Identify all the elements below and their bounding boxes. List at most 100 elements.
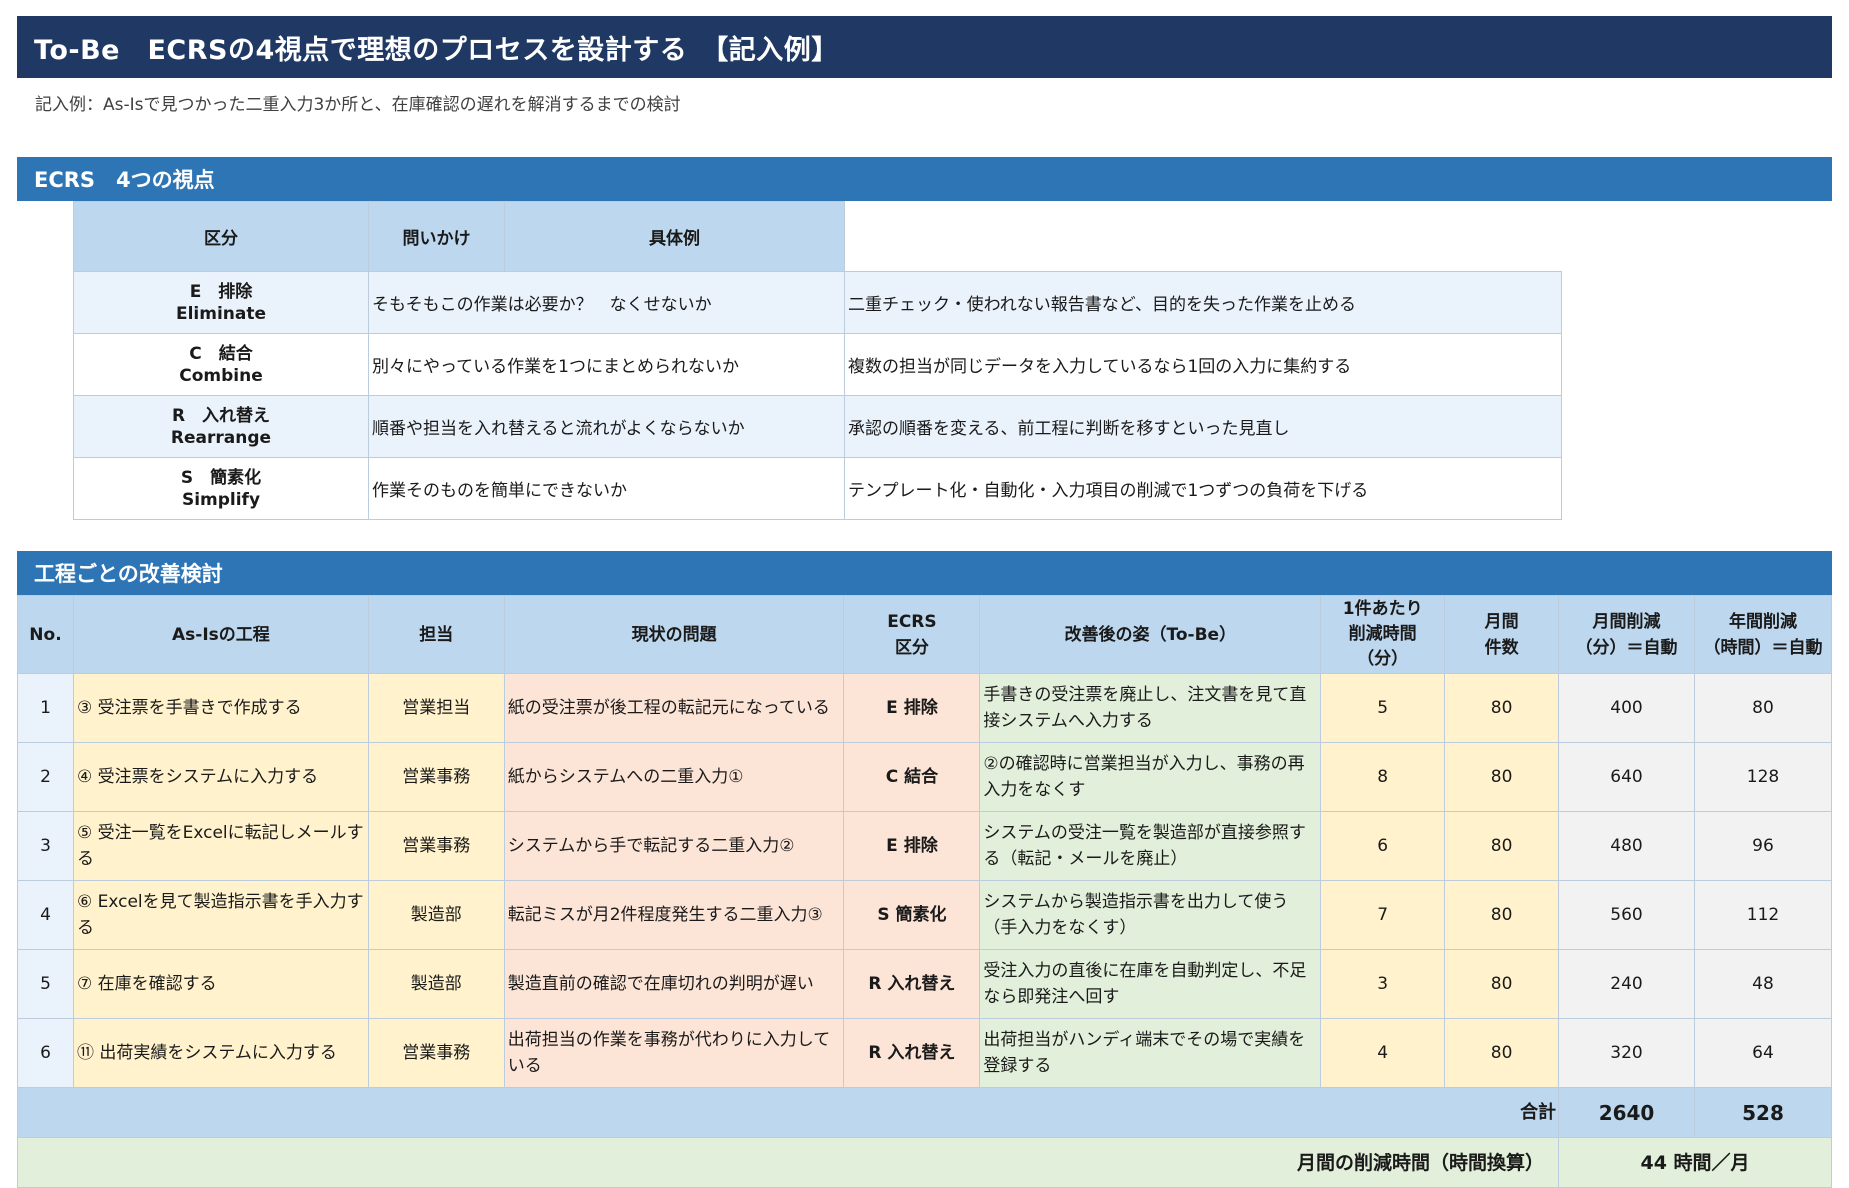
total-label: 合計: [16, 1087, 1560, 1138]
improvement-table: No. As-Isの工程 担当 現状の問題 ECRS 区分 改善後の姿（To-Be…: [16, 595, 1832, 1188]
row-owner: 営業担当: [367, 673, 505, 743]
row-monthly: 320: [1558, 1018, 1695, 1088]
row-step: ⑤ 受注一覧をExcelに転記しメールする: [72, 811, 369, 881]
ecrs-category-en: Rearrange: [170, 427, 272, 448]
row-monthly: 640: [1558, 742, 1695, 812]
row-tobe: システムの受注一覧を製造部が直接参照する（転記・メールを廃止）: [979, 811, 1322, 881]
col-header-minutes-line3: （分）: [1357, 649, 1409, 669]
row-minutes: 8: [1320, 742, 1446, 812]
ecrs-header-row: 区分 問いかけ 具体例: [73, 201, 1562, 272]
ecrs-category-jp: S 簡素化: [180, 467, 262, 488]
monthly-hours-row: 月間の削減時間（時間換算） 44 時間／月: [16, 1137, 1832, 1188]
row-owner: 製造部: [367, 880, 505, 950]
ecrs-example: 二重チェック・使われない報告書など、目的を失った作業を止める: [844, 271, 1562, 334]
row-tobe: 受注入力の直後に在庫を自動判定し、不足なら即発注へ回す: [979, 949, 1322, 1019]
ecrs-category: E 排除 Eliminate: [73, 271, 369, 334]
ecrs-question: 作業そのものを簡単にできないか: [368, 457, 845, 520]
col-header-yearly-line1: 年間削減: [1729, 611, 1797, 632]
row-yearly: 80: [1694, 673, 1832, 743]
row-ecrs: E 排除: [843, 673, 981, 743]
row-no: 5: [17, 949, 74, 1019]
col-header-no: No.: [17, 595, 74, 674]
row-problem: 出荷担当の作業を事務が代わりに入力している: [503, 1018, 845, 1088]
row-owner: 製造部: [367, 949, 505, 1019]
total-monthly: 2640: [1558, 1087, 1695, 1138]
table-row: 5 ⑦ 在庫を確認する 製造部 製造直前の確認で在庫切れの判明が遅い R 入れ替…: [17, 949, 1832, 1019]
col-header-monthly-line2: （分）＝自動: [1575, 637, 1678, 658]
row-yearly: 112: [1694, 880, 1832, 950]
ecrs-example: 複数の担当が同じデータを入力しているなら1回の入力に集約する: [844, 333, 1562, 396]
row-owner: 営業事務: [367, 742, 505, 812]
ecrs-category-en: Simplify: [181, 489, 261, 510]
row-problem: 転記ミスが月2件程度発生する二重入力③: [503, 880, 845, 950]
row-ecrs: C 結合: [843, 742, 981, 812]
ecrs-header-category: 区分: [73, 201, 369, 272]
row-yearly: 64: [1694, 1018, 1832, 1088]
row-monthly: 400: [1558, 673, 1695, 743]
row-step: ⑦ 在庫を確認する: [72, 949, 369, 1019]
row-owner: 営業事務: [367, 811, 505, 881]
col-header-yearly-line2: （時間）＝自動: [1703, 637, 1823, 658]
table-row: 3 ⑤ 受注一覧をExcelに転記しメールする 営業事務 システムから手で転記す…: [17, 811, 1832, 881]
row-monthly: 480: [1558, 811, 1695, 881]
ecrs-category: R 入れ替え Rearrange: [73, 395, 369, 458]
row-count: 80: [1444, 880, 1560, 950]
row-count: 80: [1444, 742, 1560, 812]
monthly-hours-value: 44 時間／月: [1558, 1137, 1832, 1188]
col-header-minutes-line2: 削減時間: [1348, 624, 1417, 644]
row-yearly: 96: [1694, 811, 1832, 881]
total-row: 合計 2640 528: [16, 1087, 1832, 1138]
ecrs-row: E 排除 Eliminate そもそもこの作業は必要か？ なくせないか 二重チェッ…: [73, 271, 1562, 334]
col-header-owner: 担当: [367, 595, 505, 674]
row-monthly: 560: [1558, 880, 1695, 950]
ecrs-row: C 結合 Combine 別々にやっている作業を1つにまとめられないか 複数の担当…: [73, 333, 1562, 396]
row-no: 3: [17, 811, 74, 881]
col-header-tobe: 改善後の姿（To-Be）: [979, 595, 1322, 674]
row-minutes: 4: [1320, 1018, 1446, 1088]
ecrs-question: 順番や担当を入れ替えると流れがよくならないか: [368, 395, 845, 458]
ecrs-question: 別々にやっている作業を1つにまとめられないか: [368, 333, 845, 396]
row-minutes: 5: [1320, 673, 1446, 743]
row-count: 80: [1444, 673, 1560, 743]
row-tobe: 出荷担当がハンディ端末でその場で実績を登録する: [979, 1018, 1322, 1088]
table-row: 6 ⑪ 出荷実績をシステムに入力する 営業事務 出荷担当の作業を事務が代わりに入…: [17, 1018, 1832, 1088]
ecrs-example: 承認の順番を変える、前工程に判断を移すといった見直し: [844, 395, 1562, 458]
ecrs-question: そもそもこの作業は必要か？ なくせないか: [368, 271, 845, 334]
row-count: 80: [1444, 811, 1560, 881]
row-owner: 営業事務: [367, 1018, 505, 1088]
improve-section-title: 工程ごとの改善検討: [17, 551, 1832, 595]
ecrs-section-title: ECRS 4つの視点: [17, 157, 1832, 201]
col-header-monthly-line1: 月間削減: [1592, 611, 1661, 632]
worksheet: To-Be ECRSの4視点で理想のプロセスを設計する 【記入例】 記入例：As…: [16, 16, 1832, 1188]
row-step: ⑪ 出荷実績をシステムに入力する: [72, 1018, 369, 1088]
col-header-monthly: 月間削減 （分）＝自動: [1558, 595, 1695, 674]
row-step: ⑥ Excelを見て製造指示書を手入力する: [72, 880, 369, 950]
row-count: 80: [1444, 1018, 1560, 1088]
row-problem: システムから手で転記する二重入力②: [503, 811, 845, 881]
col-header-problem: 現状の問題: [503, 595, 845, 674]
col-header-count: 月間 件数: [1444, 595, 1560, 674]
row-ecrs: E 排除: [843, 811, 981, 881]
row-problem: 紙からシステムへの二重入力①: [503, 742, 845, 812]
page-subtitle: 記入例：As-Isで見つかった二重入力3か所と、在庫確認の遅れを解消するまでの検…: [35, 94, 681, 115]
row-ecrs: R 入れ替え: [843, 1018, 981, 1088]
ecrs-header-spacer: [844, 201, 1562, 272]
col-header-step: As-Isの工程: [72, 595, 369, 674]
row-minutes: 3: [1320, 949, 1446, 1019]
col-header-count-line2: 件数: [1484, 637, 1519, 658]
table-row: 2 ④ 受注票をシステムに入力する 営業事務 紙からシステムへの二重入力① C …: [17, 742, 1832, 812]
col-header-ecrs-line1: ECRS: [887, 611, 937, 632]
ecrs-row: S 簡素化 Simplify 作業そのものを簡単にできないか テンプレート化・自動…: [73, 457, 1562, 520]
col-header-minutes: 1件あたり削減時間 （分）: [1320, 595, 1446, 674]
row-no: 4: [17, 880, 74, 950]
row-ecrs: S 簡素化: [843, 880, 981, 950]
row-no: 2: [17, 742, 74, 812]
page-title: To-Be ECRSの4視点で理想のプロセスを設計する 【記入例】: [17, 16, 1832, 78]
ecrs-table: 区分 問いかけ 具体例 E 排除 Eliminate そもそもこの作業は必要か？ …: [73, 201, 1562, 520]
ecrs-category: C 結合 Combine: [73, 333, 369, 396]
col-header-yearly: 年間削減 （時間）＝自動: [1694, 595, 1832, 674]
col-header-minutes-line1: 1件あたり: [1342, 599, 1423, 619]
ecrs-row: R 入れ替え Rearrange 順番や担当を入れ替えると流れがよくならないか 承…: [73, 395, 1562, 458]
col-header-ecrs-line2: 区分: [894, 637, 929, 658]
ecrs-category-jp: C 結合: [189, 343, 253, 364]
